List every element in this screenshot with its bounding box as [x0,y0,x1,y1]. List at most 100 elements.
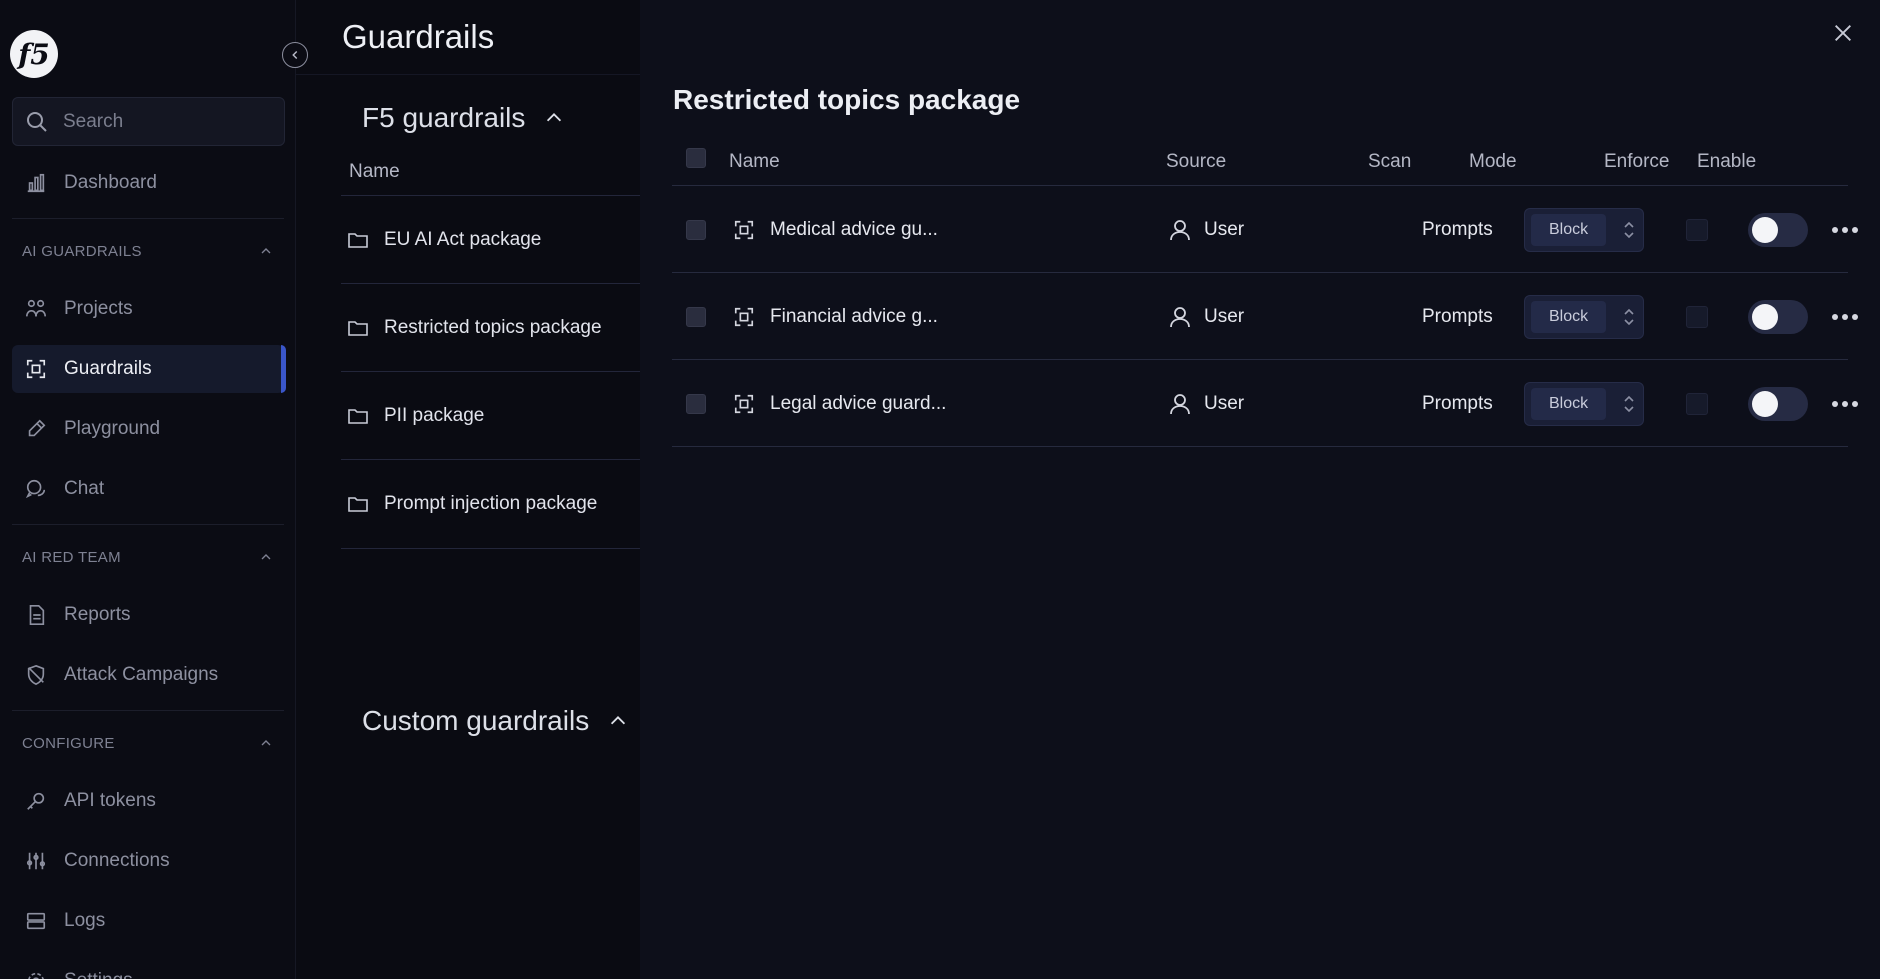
sidebar-item-label: Reports [64,604,131,625]
table-row[interactable]: Financial advice g... User Prompts Block [672,273,1858,360]
enable-toggle[interactable] [1748,212,1808,247]
mode-value: Block [1531,213,1607,246]
more-options-icon[interactable] [1832,313,1858,320]
column-header-enforce: Enforce [1604,151,1670,172]
f5-logo[interactable]: f5 [10,30,58,78]
package-detail-panel: Restricted topics package Name Source Sc… [640,0,1880,979]
package-item-prompt-injection[interactable]: Prompt injection package [341,459,640,547]
chat-icon [24,477,48,501]
mode-select[interactable]: Block [1524,207,1644,252]
folder-icon [346,492,370,516]
divider [12,218,284,219]
chevron-up-icon [543,107,565,129]
sidebar-item-dashboard[interactable]: Dashboard [12,159,284,207]
mode-select[interactable]: Block [1524,294,1644,339]
enforce-checkbox[interactable] [1686,218,1708,241]
source-label: User [1204,305,1245,327]
sidebar-item-projects[interactable]: Projects [12,285,284,333]
column-header-mode: Mode [1469,151,1517,172]
sidebar-item-reports[interactable]: Reports [12,591,284,639]
more-options-icon[interactable] [1832,226,1858,233]
column-header-scan: Scan [1368,151,1412,172]
folder-icon [346,404,370,428]
sidebar-item-label: Playground [64,418,161,439]
sliders-icon [24,849,48,873]
sidebar-item-guardrails[interactable]: Guardrails [12,345,286,393]
enable-toggle[interactable] [1748,386,1808,421]
source-cell: User [1168,186,1244,273]
sidebar-item-label: Attack Campaigns [64,664,219,685]
chevron-up-icon [607,710,629,732]
row-checkbox[interactable] [686,219,706,240]
divider [12,524,284,525]
group-title: F5 guardrails [362,102,526,133]
folder-icon [346,316,370,340]
column-header-source: Source [1166,151,1227,172]
source-label: User [1204,392,1245,414]
sidebar-item-chat[interactable]: Chat [12,465,284,513]
scan-label: Prompts [1422,392,1493,414]
select-all-checkbox[interactable] [686,148,706,168]
sidebar-item-label: Guardrails [64,358,152,379]
more-options-icon[interactable] [1832,400,1858,407]
sidebar-item-settings[interactable]: Settings [12,957,284,979]
column-header-enable: Enable [1697,151,1757,172]
custom-guardrails-group[interactable]: Custom guardrails [362,705,629,737]
sidebar-item-label: Chat [64,478,105,499]
sidebar-item-label: Settings [64,970,133,979]
enable-toggle[interactable] [1748,299,1808,334]
package-item-pii[interactable]: PII package [341,371,640,459]
close-button[interactable] [1832,22,1858,48]
row-checkbox[interactable] [686,306,706,327]
table-header: Name Source Scan Mode Enforce Enable [672,144,1848,186]
sidebar-item-api-tokens[interactable]: API tokens [12,777,284,825]
package-item-eu-ai-act[interactable]: EU AI Act package [341,195,640,283]
user-icon [1168,305,1192,329]
enforce-checkbox[interactable] [1686,305,1708,328]
guardrail-name[interactable]: Medical advice gu... [770,186,938,273]
guardrail-name[interactable]: Financial advice g... [770,273,938,360]
mode-select[interactable]: Block [1524,381,1644,426]
f5-guardrails-group[interactable]: F5 guardrails [362,102,565,134]
scan-label: Prompts [1422,218,1493,240]
table-row[interactable]: Legal advice guard... User Prompts Block [672,360,1858,447]
sidebar-item-logs[interactable]: Logs [12,897,284,945]
sidebar-item-playground[interactable]: Playground [12,405,284,453]
package-label: PII package [384,404,485,426]
user-icon [1168,218,1192,242]
section-ai-red-team[interactable]: AI RED TEAM [22,547,274,567]
users-icon [24,297,48,321]
package-label: Prompt injection package [384,492,598,514]
group-title: Custom guardrails [362,705,590,736]
chevron-up-down-icon [1622,220,1636,240]
divider [296,74,640,75]
sidebar-item-attack-campaigns[interactable]: Attack Campaigns [12,651,284,699]
package-item-restricted-topics[interactable]: Restricted topics package [341,283,640,371]
mode-value: Block [1531,300,1607,333]
scan-frame-icon [733,186,755,273]
section-ai-guardrails[interactable]: AI GUARDRAILS [22,241,274,261]
server-icon [24,909,48,933]
panel-title: Restricted topics package [673,84,1021,115]
section-label: AI RED TEAM [22,548,121,566]
page-title: Guardrails [342,18,495,55]
guardrail-name[interactable]: Legal advice guard... [770,360,946,447]
sidebar-item-label: API tokens [64,790,156,811]
scan-frame-icon [733,360,755,447]
collapse-sidebar-button[interactable] [282,42,308,68]
table-row[interactable]: Medical advice gu... User Prompts Block [672,186,1858,273]
close-icon [1832,22,1858,44]
section-label: AI GUARDRAILS [22,242,142,260]
column-header-name: Name [349,161,400,182]
row-checkbox[interactable] [686,393,706,414]
sidebar: f5 Dashboard AI GUARDRAILS Projects Guar… [0,0,296,979]
search-input[interactable] [63,110,263,133]
search-box[interactable] [12,97,285,146]
source-label: User [1204,218,1245,240]
enforce-checkbox[interactable] [1686,392,1708,415]
section-configure[interactable]: CONFIGURE [22,733,274,753]
chevron-up-icon [258,549,274,565]
folder-icon [346,228,370,252]
sidebar-item-label: Logs [64,910,106,931]
sidebar-item-connections[interactable]: Connections [12,837,284,885]
